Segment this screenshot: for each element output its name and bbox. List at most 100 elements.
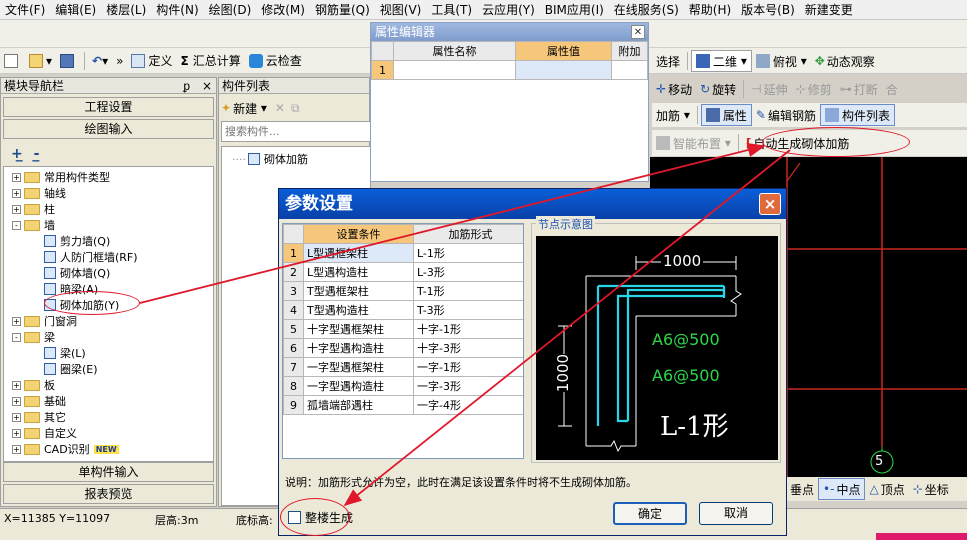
- menu-item[interactable]: 文件(F): [0, 1, 50, 18]
- settings-row[interactable]: 5 十字型遇框架柱 十字-1形: [283, 319, 523, 339]
- tree-folder[interactable]: + 轴线: [12, 185, 66, 201]
- delete-icon[interactable]: ✕: [275, 101, 285, 115]
- menu-item[interactable]: 楼层(L): [101, 1, 151, 18]
- tree-folder[interactable]: -墙: [12, 217, 55, 233]
- tree-leaf[interactable]: 剪力墙(Q): [44, 233, 110, 249]
- menu-item[interactable]: 在线服务(S): [609, 1, 684, 18]
- break-button[interactable]: ⊶ 打断: [836, 78, 882, 100]
- edit-rebar-button[interactable]: ✎ 编辑钢筋: [752, 104, 820, 126]
- prop-name-cell[interactable]: [393, 60, 516, 80]
- tree-folder[interactable]: + 其它: [12, 409, 66, 425]
- menu-item[interactable]: 钢筋量(Q): [310, 1, 375, 18]
- condition-cell[interactable]: 十字型遇框架柱: [303, 319, 414, 339]
- prop-value-cell[interactable]: [515, 60, 612, 80]
- menu-item[interactable]: 工具(T): [426, 1, 477, 18]
- form-cell[interactable]: T-1形: [413, 281, 523, 301]
- settings-row[interactable]: 7 一字型遇框架柱 一字-1形: [283, 357, 523, 377]
- condition-cell[interactable]: 一字型遇构造柱: [303, 376, 414, 396]
- form-cell[interactable]: 一字-4形: [413, 395, 523, 415]
- component-list-item[interactable]: ···· 砌体加筋: [232, 151, 308, 167]
- merge-button[interactable]: 合: [882, 78, 902, 100]
- settings-row[interactable]: 1 L型遇框架柱 L-1形: [283, 243, 523, 263]
- drawing-input-button[interactable]: 绘图输入: [3, 119, 214, 139]
- expand-icon[interactable]: +: [12, 428, 21, 438]
- undo-button[interactable]: ↶ ▾: [88, 50, 112, 72]
- expand-icon[interactable]: +: [12, 316, 21, 326]
- pin-icon[interactable]: ᵱ: [183, 79, 190, 93]
- ok-button[interactable]: 确定: [613, 502, 687, 525]
- tree-folder[interactable]: + 自定义: [12, 425, 77, 441]
- tree-folder[interactable]: + 柱: [12, 201, 55, 217]
- rotate-button[interactable]: ↻ 旋转: [696, 78, 740, 100]
- overflow-chevron[interactable]: »: [112, 50, 127, 72]
- settings-row[interactable]: 3 T型遇框架柱 T-1形: [283, 281, 523, 301]
- menu-item[interactable]: 修改(M): [256, 1, 310, 18]
- dynamic-observe-button[interactable]: ✥ 动态观察: [811, 50, 879, 72]
- single-input-button[interactable]: 单构件输入: [3, 462, 214, 482]
- settings-row[interactable]: 8 一字型遇构造柱 一字-3形: [283, 376, 523, 396]
- collapse-icon[interactable]: -: [12, 220, 21, 230]
- extend-button[interactable]: ⊣ 延伸: [747, 78, 791, 100]
- component-search-input[interactable]: [221, 121, 371, 142]
- form-cell[interactable]: L-1形: [413, 243, 523, 263]
- condition-cell[interactable]: 一字型遇框架柱: [303, 357, 414, 377]
- menu-item[interactable]: 云应用(Y): [477, 1, 540, 18]
- tree-leaf[interactable]: 圈梁(E): [44, 361, 98, 377]
- menu-item[interactable]: 编辑(E): [50, 1, 101, 18]
- snap-coordinate[interactable]: ⊹ 坐标: [909, 478, 953, 500]
- trim-button[interactable]: ⊹ 修剪: [792, 78, 836, 100]
- tree-leaf[interactable]: 梁(L): [44, 345, 86, 361]
- tree-folder[interactable]: + CAD识别 NEW: [12, 441, 119, 457]
- settings-row[interactable]: 2 L型遇构造柱 L-3形: [283, 262, 523, 282]
- dialog-close-button[interactable]: ×: [759, 193, 781, 215]
- menu-item[interactable]: 帮助(H): [684, 1, 736, 18]
- component-list-button[interactable]: 构件列表: [819, 104, 895, 126]
- collapse-icon[interactable]: -: [12, 332, 21, 342]
- collapse-all-icon[interactable]: -̲: [34, 146, 40, 162]
- expand-icon[interactable]: +: [12, 380, 21, 390]
- prop-editor-close-icon[interactable]: ✕: [631, 25, 645, 39]
- prop-extra-cell[interactable]: [611, 60, 648, 80]
- settings-row[interactable]: 9 孤墙端部遇柱 一字-4形: [283, 395, 523, 415]
- form-cell[interactable]: 十字-3形: [413, 338, 523, 358]
- condition-cell[interactable]: 孤墙端部遇柱: [303, 395, 414, 415]
- project-settings-button[interactable]: 工程设置: [3, 97, 214, 117]
- select-button[interactable]: 选择: [652, 50, 684, 72]
- tree-folder[interactable]: + 基础: [12, 393, 66, 409]
- expand-icon[interactable]: +: [12, 396, 21, 406]
- condition-cell[interactable]: T型遇构造柱: [303, 300, 414, 320]
- snap-perpendicular[interactable]: 垂点: [786, 478, 818, 500]
- condition-cell[interactable]: 十字型遇构造柱: [303, 338, 414, 358]
- menu-item[interactable]: 版本号(B): [736, 1, 800, 18]
- smart-layout-dropdown[interactable]: 智能布置 ▾: [652, 132, 735, 154]
- cancel-button[interactable]: 取消: [699, 502, 773, 525]
- menu-item[interactable]: 新建变更: [800, 1, 858, 18]
- tree-leaf[interactable]: 砌体墙(Q): [44, 265, 110, 281]
- new-component-button[interactable]: ✦ 新建 ▾: [221, 100, 267, 117]
- tree-folder[interactable]: + 常用构件类型: [12, 169, 110, 185]
- define-button[interactable]: 定义: [127, 50, 176, 72]
- new-file-button[interactable]: [0, 50, 25, 72]
- expand-icon[interactable]: +: [12, 444, 21, 454]
- tree-folder[interactable]: + 板: [12, 377, 55, 393]
- form-cell[interactable]: T-3形: [413, 300, 523, 320]
- form-cell[interactable]: L-3形: [413, 262, 523, 282]
- menu-item[interactable]: 绘图(D): [204, 1, 257, 18]
- tree-leaf[interactable]: 人防门框墙(RF): [44, 249, 138, 265]
- add-rebar-dropdown[interactable]: 加筋 ▾: [652, 104, 694, 126]
- form-cell[interactable]: 一字-1形: [413, 357, 523, 377]
- form-cell[interactable]: 一字-3形: [413, 376, 523, 396]
- report-preview-button[interactable]: 报表预览: [3, 484, 214, 504]
- save-button[interactable]: [56, 50, 81, 72]
- expand-icon[interactable]: +: [12, 172, 21, 182]
- move-button[interactable]: ✛ 移动: [652, 78, 696, 100]
- tree-folder[interactable]: + 门窗洞: [12, 313, 77, 329]
- menu-item[interactable]: BIM应用(I): [540, 1, 609, 18]
- view-2d-dropdown[interactable]: 二维 ▾: [691, 50, 752, 72]
- cloud-check-button[interactable]: 云检查: [245, 50, 306, 72]
- menu-item[interactable]: 视图(V): [375, 1, 427, 18]
- condition-cell[interactable]: L型遇构造柱: [303, 262, 414, 282]
- copy-icon[interactable]: ⧉: [291, 101, 300, 116]
- form-cell[interactable]: 十字-1形: [413, 319, 523, 339]
- top-view-dropdown[interactable]: 俯视 ▾: [752, 50, 811, 72]
